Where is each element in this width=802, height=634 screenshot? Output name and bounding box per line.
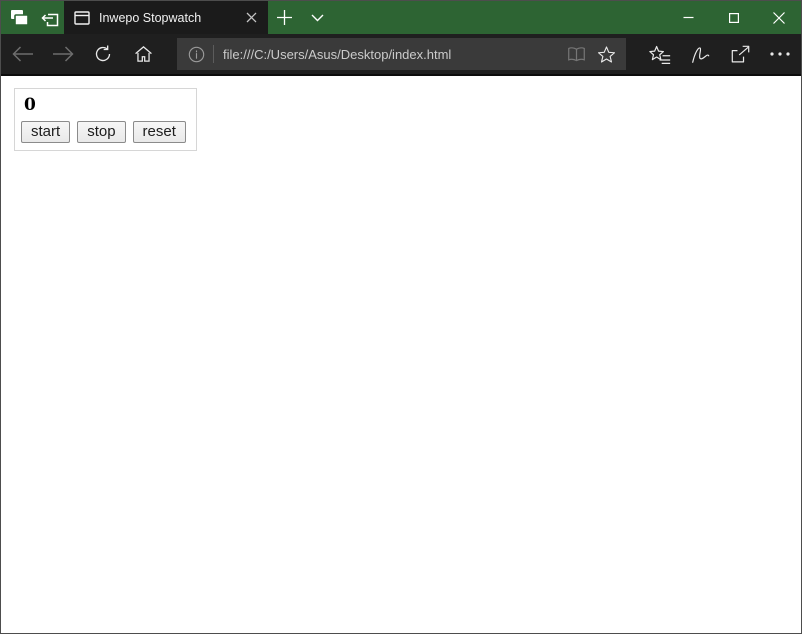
info-icon xyxy=(188,46,204,62)
reading-view-button[interactable] xyxy=(561,39,591,69)
nav-buttons xyxy=(1,34,163,74)
address-separator xyxy=(213,45,214,63)
stop-button[interactable]: stop xyxy=(77,121,126,143)
minimize-button[interactable] xyxy=(666,1,711,34)
hub-star-icon xyxy=(649,45,671,64)
favorite-button[interactable] xyxy=(591,39,621,69)
close-icon xyxy=(246,12,256,23)
tab-close-button[interactable] xyxy=(241,8,261,28)
star-icon xyxy=(597,45,615,63)
hub-button[interactable] xyxy=(640,34,680,74)
refresh-button[interactable] xyxy=(83,34,123,74)
url-text: file:///C:/Users/Asus/Desktop/index.html xyxy=(223,46,452,62)
book-icon xyxy=(567,47,585,62)
page-icon xyxy=(74,10,90,25)
tab-title: Inwepo Stopwatch xyxy=(99,10,202,25)
share-button[interactable] xyxy=(720,34,760,74)
maximize-icon xyxy=(728,12,739,23)
titlebar-drag-area xyxy=(334,1,666,34)
site-info-button[interactable] xyxy=(187,45,205,63)
reset-button[interactable]: reset xyxy=(132,121,186,143)
pen-icon xyxy=(691,46,709,63)
home-icon xyxy=(134,46,152,62)
arrow-into-box-icon xyxy=(39,9,60,27)
chevron-down-icon xyxy=(311,14,324,21)
set-tabs-aside-button[interactable] xyxy=(34,1,64,34)
close-window-icon xyxy=(772,11,785,24)
window-controls xyxy=(666,1,801,34)
refresh-icon xyxy=(95,45,111,62)
toolbar-actions xyxy=(640,34,801,74)
forward-arrow-icon xyxy=(53,46,74,62)
titlebar: Inwepo Stopwatch xyxy=(1,1,801,34)
browser-window: Inwepo Stopwatch file:///C:/Users/Asus/D… xyxy=(0,0,802,634)
start-button[interactable]: start xyxy=(21,121,71,143)
tab-actions-left xyxy=(1,1,64,34)
close-window-button[interactable] xyxy=(756,1,801,34)
plus-icon xyxy=(277,10,292,25)
share-icon xyxy=(731,45,749,62)
new-tab-button[interactable] xyxy=(268,1,301,34)
home-button[interactable] xyxy=(123,34,163,74)
forward-button[interactable] xyxy=(43,34,83,74)
stacked-windows-icon xyxy=(10,9,29,26)
browser-tab[interactable]: Inwepo Stopwatch xyxy=(64,1,268,34)
minimize-icon xyxy=(683,16,694,19)
more-button[interactable] xyxy=(760,34,800,74)
stopwatch-display: 0 xyxy=(24,95,36,115)
annotate-button[interactable] xyxy=(680,34,720,74)
back-arrow-icon xyxy=(12,46,33,62)
address-bar[interactable]: file:///C:/Users/Asus/Desktop/index.html xyxy=(177,38,626,70)
tab-preview-button[interactable] xyxy=(301,1,334,34)
ellipsis-icon xyxy=(770,52,790,56)
page-content: 0 start stop reset xyxy=(1,76,801,633)
back-button[interactable] xyxy=(3,34,43,74)
tabs-set-aside-button[interactable] xyxy=(4,1,34,34)
navigation-bar: file:///C:/Users/Asus/Desktop/index.html xyxy=(1,34,801,76)
stopwatch-buttons: start stop reset xyxy=(21,121,186,143)
stopwatch-container: 0 start stop reset xyxy=(14,88,197,151)
maximize-button[interactable] xyxy=(711,1,756,34)
